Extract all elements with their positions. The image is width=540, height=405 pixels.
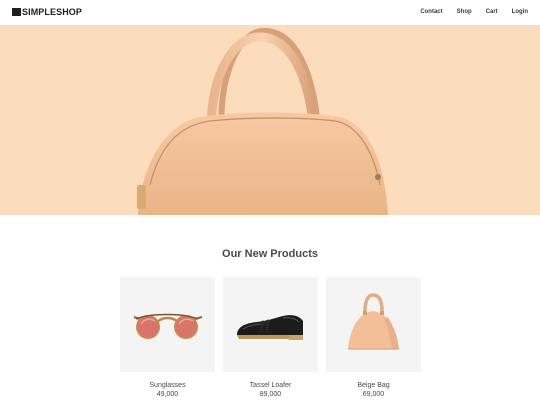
nav-link-cart[interactable]: Cart — [486, 9, 498, 16]
product-image-sunglasses[interactable] — [120, 277, 215, 372]
beige-bag-image — [348, 293, 399, 350]
nav-link-login[interactable]: Login — [512, 9, 528, 16]
product-name: Beige Bag — [357, 382, 390, 389]
hero-handbag-image — [137, 27, 388, 215]
product-image-tassel-loafer[interactable] — [223, 277, 318, 372]
product-card-sunglasses[interactable]: Sunglasses 49,000 — [120, 277, 215, 399]
product-price: 69,000 — [362, 391, 385, 398]
product-name: Tassel Loafer — [249, 382, 292, 389]
brand-logo-link[interactable]: SIMPLESHOP — [12, 7, 82, 17]
nav-link-shop[interactable]: Shop — [457, 9, 472, 16]
product-card-tassel-loafer[interactable]: Tassel Loafer 89,000 — [223, 277, 318, 399]
logo-square-icon — [12, 8, 21, 16]
product-name: Sunglasses — [149, 382, 186, 389]
hero-banner — [0, 25, 540, 215]
sunglasses-image — [133, 313, 203, 339]
section-title: Our New Products — [222, 248, 318, 261]
product-card-beige-bag[interactable]: Beige Bag 69,000 — [326, 277, 421, 399]
product-price: 89,000 — [259, 391, 282, 398]
product-price: 49,000 — [156, 391, 179, 398]
nav-link-contact[interactable]: Contact — [420, 9, 442, 16]
top-navbar: SIMPLESHOP Contact Shop Cart Login — [0, 0, 540, 25]
product-image-beige-bag[interactable] — [326, 277, 421, 372]
brand-name: SIMPLESHOP — [22, 7, 83, 17]
nav-links: Contact Shop Cart Login — [406, 9, 528, 16]
loafer-image — [237, 315, 303, 340]
